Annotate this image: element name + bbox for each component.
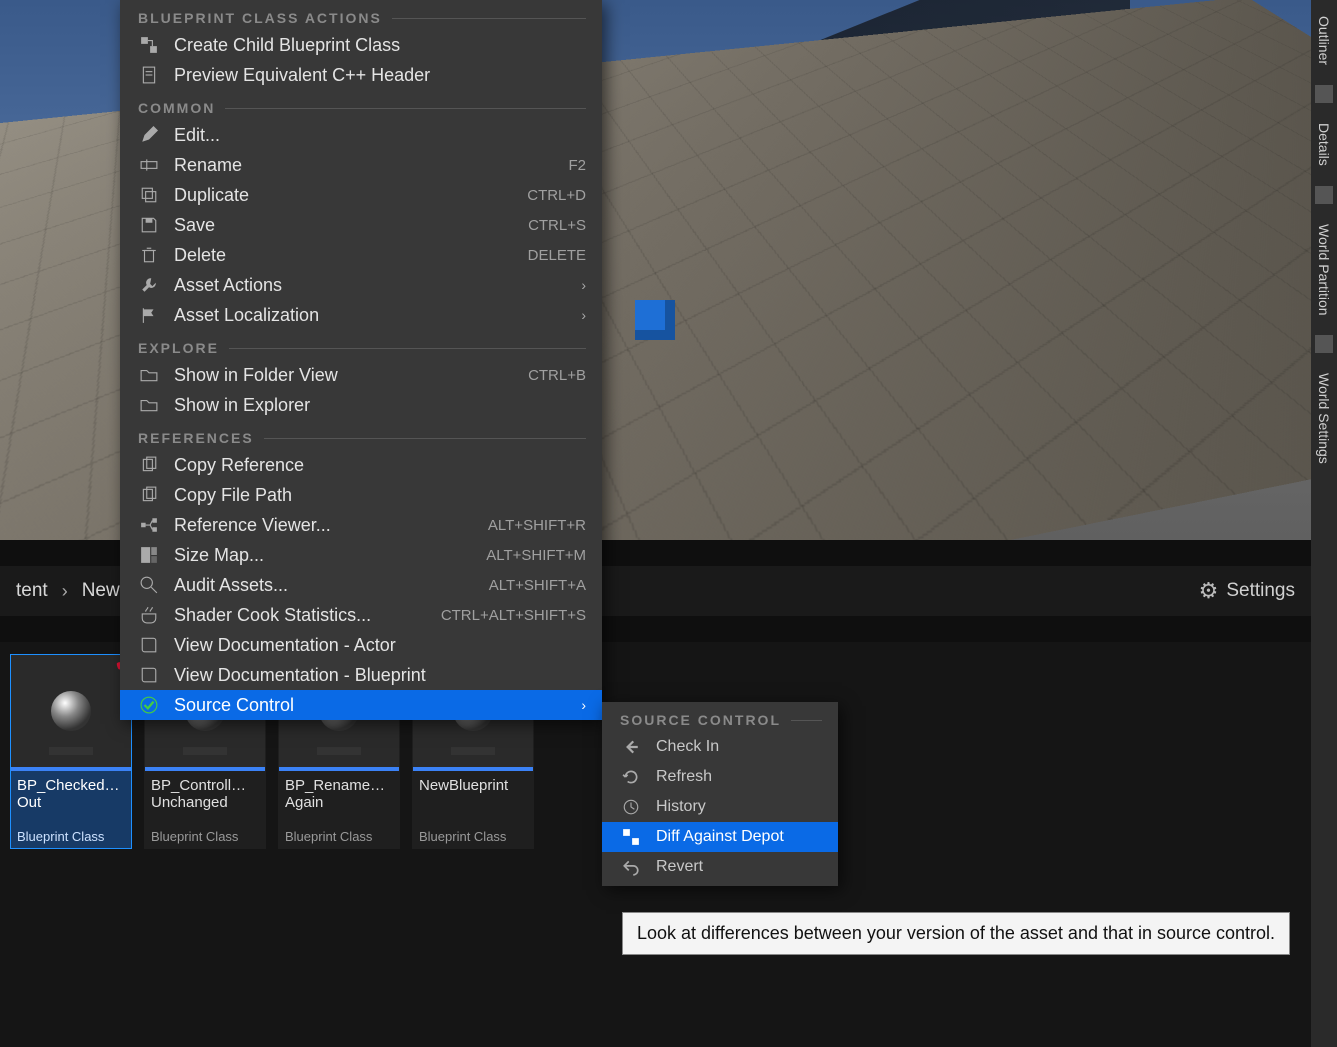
asset-name: NewBlueprint	[419, 777, 527, 794]
menu-rename[interactable]: Rename F2	[120, 150, 602, 180]
menu-create-child-bp[interactable]: Create Child Blueprint Class	[120, 30, 602, 60]
menu-preview-cpp-header[interactable]: Preview Equivalent C++ Header	[120, 60, 602, 90]
arrow-left-icon	[620, 738, 642, 756]
scene-cube	[635, 300, 675, 340]
folder-icon	[138, 396, 160, 414]
duplicate-icon	[138, 186, 160, 204]
copy-icon	[138, 486, 160, 504]
menu-doc-actor[interactable]: View Documentation - Actor	[120, 630, 602, 660]
asset-name: BP_Checked…Out	[17, 777, 125, 812]
menu-audit-assets[interactable]: Audit Assets... ALT+SHIFT+A	[120, 570, 602, 600]
section-explore: EXPLORE	[120, 330, 602, 360]
section-source-control: SOURCE CONTROL	[602, 702, 838, 732]
submenu-source-control: SOURCE CONTROL Check In Refresh History …	[602, 702, 838, 886]
tab-details[interactable]: Details	[1314, 113, 1334, 176]
menu-copy-file-path[interactable]: Copy File Path	[120, 480, 602, 510]
blueprint-child-icon	[138, 36, 160, 54]
wrench-icon	[138, 276, 160, 294]
flag-icon	[138, 306, 160, 324]
revert-icon	[620, 858, 642, 876]
search-icon	[138, 576, 160, 594]
graph-icon	[138, 516, 160, 534]
tab-outliner[interactable]: Outliner	[1314, 6, 1334, 75]
copy-icon	[138, 456, 160, 474]
grid-icon[interactable]	[1315, 186, 1333, 204]
folder-arrow-icon	[138, 366, 160, 384]
rename-icon	[138, 156, 160, 174]
menu-duplicate[interactable]: Duplicate CTRL+D	[120, 180, 602, 210]
menu-doc-blueprint[interactable]: View Documentation - Blueprint	[120, 660, 602, 690]
settings-button[interactable]: Settings	[1199, 578, 1295, 604]
save-icon	[138, 216, 160, 234]
trash-icon	[138, 246, 160, 264]
asset-thumb: ✔	[11, 655, 131, 767]
asset-type: Blueprint Class	[419, 829, 527, 844]
clock-icon	[620, 798, 642, 816]
chevron-right-icon: ›	[581, 307, 586, 323]
context-menu: BLUEPRINT CLASS ACTIONS Create Child Blu…	[120, 0, 602, 720]
submenu-diff-against-depot[interactable]: Diff Against Depot	[602, 822, 838, 852]
menu-reference-viewer[interactable]: Reference Viewer... ALT+SHIFT+R	[120, 510, 602, 540]
tooltip: Look at differences between your version…	[622, 912, 1290, 955]
side-dock: Outliner Details World Partition World S…	[1311, 0, 1337, 1047]
asset-name: BP_Controll…Unchanged	[151, 777, 259, 812]
asset-type: Blueprint Class	[285, 829, 393, 844]
submenu-refresh[interactable]: Refresh	[602, 762, 838, 792]
book-icon	[138, 666, 160, 684]
pot-icon	[138, 606, 160, 624]
menu-show-folder-view[interactable]: Show in Folder View CTRL+B	[120, 360, 602, 390]
asset-thumbnail[interactable]: ✔ BP_Checked…Out Blueprint Class	[10, 654, 132, 849]
asset-type: Blueprint Class	[17, 829, 125, 844]
document-icon	[138, 66, 160, 84]
chevron-right-icon: ›	[581, 277, 586, 293]
pencil-icon	[138, 126, 160, 144]
book-icon	[138, 636, 160, 654]
menu-asset-localization[interactable]: Asset Localization ›	[120, 300, 602, 330]
asset-name: BP_Rename…Again	[285, 777, 393, 812]
menu-source-control[interactable]: Source Control ›	[120, 690, 602, 720]
gear-icon	[1199, 578, 1219, 604]
section-references: REFERENCES	[120, 420, 602, 450]
menu-delete[interactable]: Delete DELETE	[120, 240, 602, 270]
menu-save[interactable]: Save CTRL+S	[120, 210, 602, 240]
menu-size-map[interactable]: Size Map... ALT+SHIFT+M	[120, 540, 602, 570]
menu-edit[interactable]: Edit...	[120, 120, 602, 150]
pencil-icon[interactable]	[1315, 85, 1333, 103]
submenu-check-in[interactable]: Check In	[602, 732, 838, 762]
menu-shader-cook-stats[interactable]: Shader Cook Statistics... CTRL+ALT+SHIFT…	[120, 600, 602, 630]
chevron-right-icon: ›	[62, 581, 68, 602]
submenu-history[interactable]: History	[602, 792, 838, 822]
tab-world-settings[interactable]: World Settings	[1314, 363, 1334, 474]
refresh-icon	[620, 768, 642, 786]
submenu-revert[interactable]: Revert	[602, 852, 838, 882]
menu-copy-reference[interactable]: Copy Reference	[120, 450, 602, 480]
section-bp-actions: BLUEPRINT CLASS ACTIONS	[120, 0, 602, 30]
tab-world-partition[interactable]: World Partition	[1314, 214, 1334, 326]
asset-type: Blueprint Class	[151, 829, 259, 844]
menu-asset-actions[interactable]: Asset Actions ›	[120, 270, 602, 300]
settings-label: Settings	[1226, 580, 1295, 602]
diff-icon	[620, 828, 642, 846]
section-common: COMMON	[120, 90, 602, 120]
globe-icon[interactable]	[1315, 335, 1333, 353]
breadcrumb-parent[interactable]: tent	[16, 580, 48, 602]
chevron-right-icon: ›	[581, 697, 586, 713]
check-circle-icon	[138, 696, 160, 714]
menu-show-explorer[interactable]: Show in Explorer	[120, 390, 602, 420]
treemap-icon	[138, 546, 160, 564]
